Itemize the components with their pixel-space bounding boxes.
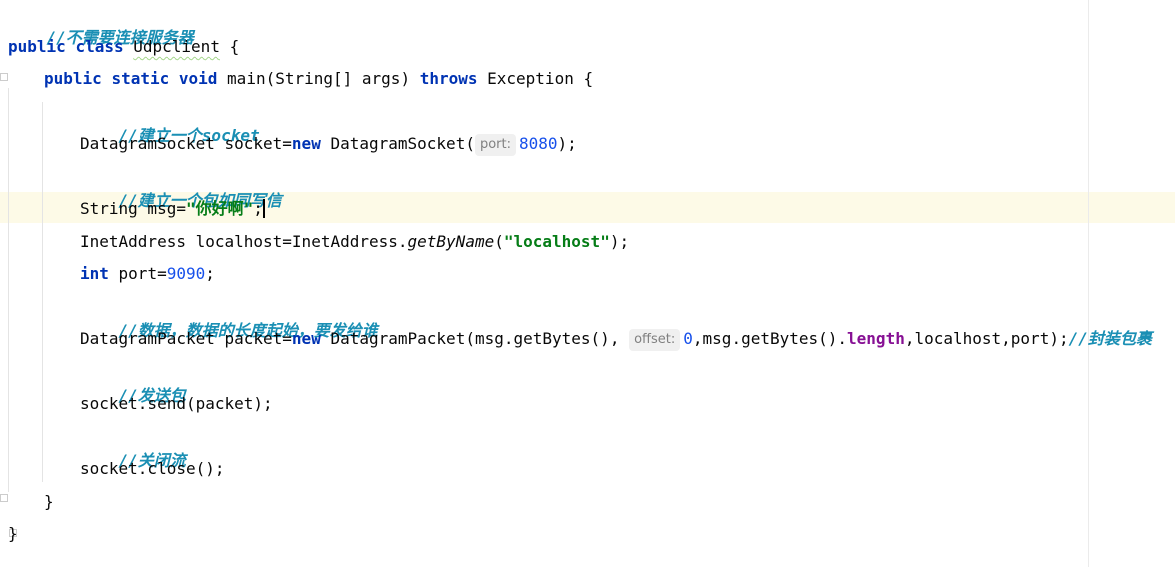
- param-hint-port: port:: [474, 134, 516, 156]
- indent-guide-method: [42, 102, 43, 482]
- packet-mid: ,msg.getBytes().: [692, 329, 848, 348]
- fold-marker-method-end[interactable]: [0, 494, 8, 502]
- close-paren-semi: );: [557, 134, 577, 153]
- keyword-static: static: [111, 69, 170, 88]
- port-decl: port=: [108, 264, 167, 283]
- keyword-int: int: [80, 264, 109, 283]
- number-0: 0: [683, 329, 693, 348]
- number-9090: 9090: [166, 264, 206, 283]
- keyword-class: class: [75, 37, 124, 56]
- close-statement: socket.close();: [80, 459, 225, 478]
- close-paren-semi: );: [609, 232, 630, 251]
- packet-tail: ,localhost,port);: [904, 329, 1069, 348]
- brace-close-method: }: [44, 492, 54, 511]
- code-editor[interactable]: //不需要连接服务器 public class Udpclient { publ…: [0, 0, 1175, 567]
- code-line-3: public static void main(String[] args) t…: [44, 67, 593, 91]
- code-line-16: }: [44, 490, 54, 514]
- code-line-10: //数据，数据的长度起始，要发给谁: [80, 295, 378, 340]
- main-signature: main(String[] args): [227, 69, 420, 88]
- keyword-void: void: [178, 69, 218, 88]
- indent-guide-class: [8, 88, 9, 492]
- code-line-13: socket.send(packet);: [80, 392, 273, 416]
- fold-marker-method[interactable]: [0, 73, 8, 81]
- code-line-15: socket.close();: [80, 457, 225, 481]
- socket-ctor: DatagramSocket(: [320, 134, 475, 153]
- method-getbyname: getByName: [407, 232, 495, 251]
- code-line-14: //关闭流: [80, 425, 186, 470]
- class-name: Udpclient: [133, 37, 220, 56]
- exception-text: Exception {: [477, 69, 594, 88]
- msg-decl-prefix: String msg=: [80, 199, 186, 218]
- paren-open: (: [494, 232, 504, 251]
- send-statement: socket.send(packet);: [80, 394, 273, 413]
- code-line-7[interactable]: String msg="你好啊";: [80, 197, 265, 221]
- code-line-12: //发送包: [80, 360, 186, 405]
- code-line-6: //建立一个包如同写信: [80, 165, 282, 210]
- packet-decl-prefix: DatagramPacket packet=: [80, 329, 292, 348]
- field-length: length: [847, 329, 905, 348]
- text-caret: [262, 199, 265, 218]
- code-line-5: DatagramSocket socket=new DatagramSocket…: [80, 132, 577, 156]
- string-msg-value: "你好啊": [185, 199, 254, 218]
- semicolon: ;: [205, 264, 215, 283]
- code-line-9: int port=9090;: [80, 262, 215, 286]
- keyword-new: new: [291, 134, 321, 153]
- code-line-8: InetAddress localhost=InetAddress.getByN…: [80, 230, 629, 254]
- brace-close-class: }: [8, 524, 18, 543]
- keyword-public: public: [44, 69, 102, 88]
- keyword-new: new: [291, 329, 321, 348]
- brace-open: {: [219, 37, 240, 56]
- code-line-11: DatagramPacket packet=new DatagramPacket…: [80, 327, 1152, 351]
- code-line-4: //建立一个socket: [80, 100, 260, 145]
- number-8080: 8080: [518, 134, 558, 153]
- code-line-1: //不需要连接服务器: [8, 2, 194, 47]
- string-localhost: "localhost": [503, 232, 610, 251]
- socket-decl-prefix: DatagramSocket socket=: [80, 134, 292, 153]
- keyword-public: public: [8, 37, 66, 56]
- packet-ctor: DatagramPacket(msg.getBytes(),: [320, 329, 620, 348]
- code-line-2: public class Udpclient {: [8, 35, 239, 59]
- comment-wrap: //封装包裹: [1068, 329, 1152, 348]
- inet-decl: InetAddress localhost=InetAddress.: [80, 232, 408, 251]
- param-hint-offset: offset:: [629, 329, 681, 351]
- right-margin-guide: [1088, 0, 1089, 567]
- semicolon: ;: [253, 199, 263, 218]
- code-line-17: }: [8, 522, 18, 546]
- keyword-throws: throws: [419, 69, 478, 88]
